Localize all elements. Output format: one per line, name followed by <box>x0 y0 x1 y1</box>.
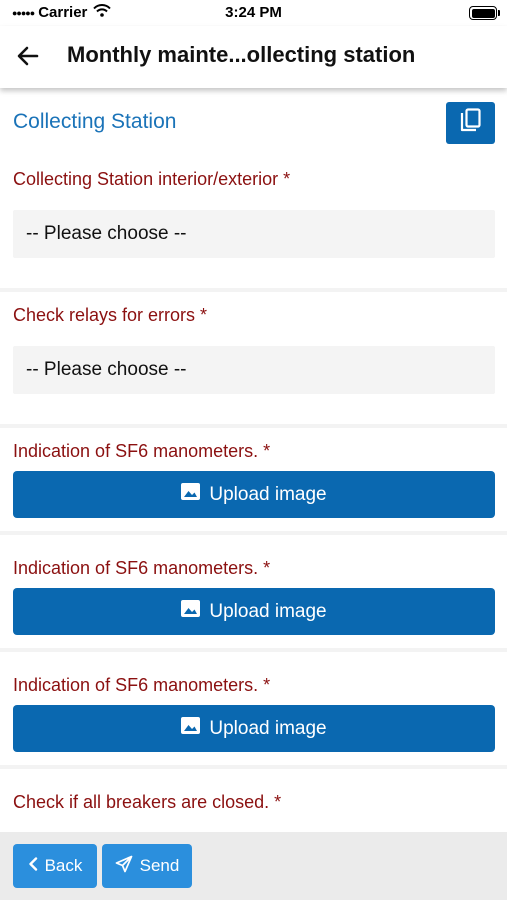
back-button-label: Back <box>44 856 83 875</box>
copy-icon <box>459 107 483 139</box>
field-label-breakers: Check if all breakers are closed. * <box>13 792 282 812</box>
upload-image-label: Upload image <box>209 717 327 739</box>
field-label-interior-exterior: Collecting Station interior/exterior * <box>13 169 291 189</box>
divider <box>0 765 507 769</box>
nav-bar: Monthly mainte...ollecting station <box>0 26 507 88</box>
footer-bar: Back Send <box>0 832 507 900</box>
divider <box>0 531 507 535</box>
divider <box>0 288 507 292</box>
chevron-left-icon <box>28 856 38 876</box>
paper-plane-icon <box>115 855 133 878</box>
image-icon <box>181 717 201 740</box>
section-title: Collecting Station <box>13 110 177 133</box>
upload-image-button-3[interactable]: Upload image <box>13 705 495 752</box>
image-icon <box>181 483 201 506</box>
back-arrow-icon[interactable] <box>14 42 42 70</box>
copy-button[interactable] <box>446 102 495 144</box>
relays-select[interactable]: -- Please choose -- <box>13 346 495 394</box>
send-button[interactable]: Send <box>102 844 192 888</box>
field-label-sf6-3: Indication of SF6 manometers. * <box>13 675 271 695</box>
form-content: Collecting Station Collecting Station in… <box>0 88 507 832</box>
field-label-sf6-2: Indication of SF6 manometers. * <box>13 558 271 578</box>
upload-image-label: Upload image <box>209 483 327 505</box>
page-title: Monthly mainte...ollecting station <box>67 42 416 67</box>
field-label-relays: Check relays for errors * <box>13 305 208 325</box>
field-label-sf6-1: Indication of SF6 manometers. * <box>13 441 271 461</box>
interior-exterior-select[interactable]: -- Please choose -- <box>13 210 495 258</box>
image-icon <box>181 600 201 623</box>
status-bar: ●●●●● Carrier 3:24 PM <box>0 0 507 26</box>
back-button[interactable]: Back <box>13 844 97 888</box>
upload-image-button-2[interactable]: Upload image <box>13 588 495 635</box>
send-button-label: Send <box>139 856 180 875</box>
status-time: 3:24 PM <box>225 4 282 21</box>
upload-image-label: Upload image <box>209 600 327 622</box>
upload-image-button-1[interactable]: Upload image <box>13 471 495 518</box>
battery-icon <box>469 6 500 20</box>
divider <box>0 648 507 652</box>
divider <box>0 424 507 428</box>
